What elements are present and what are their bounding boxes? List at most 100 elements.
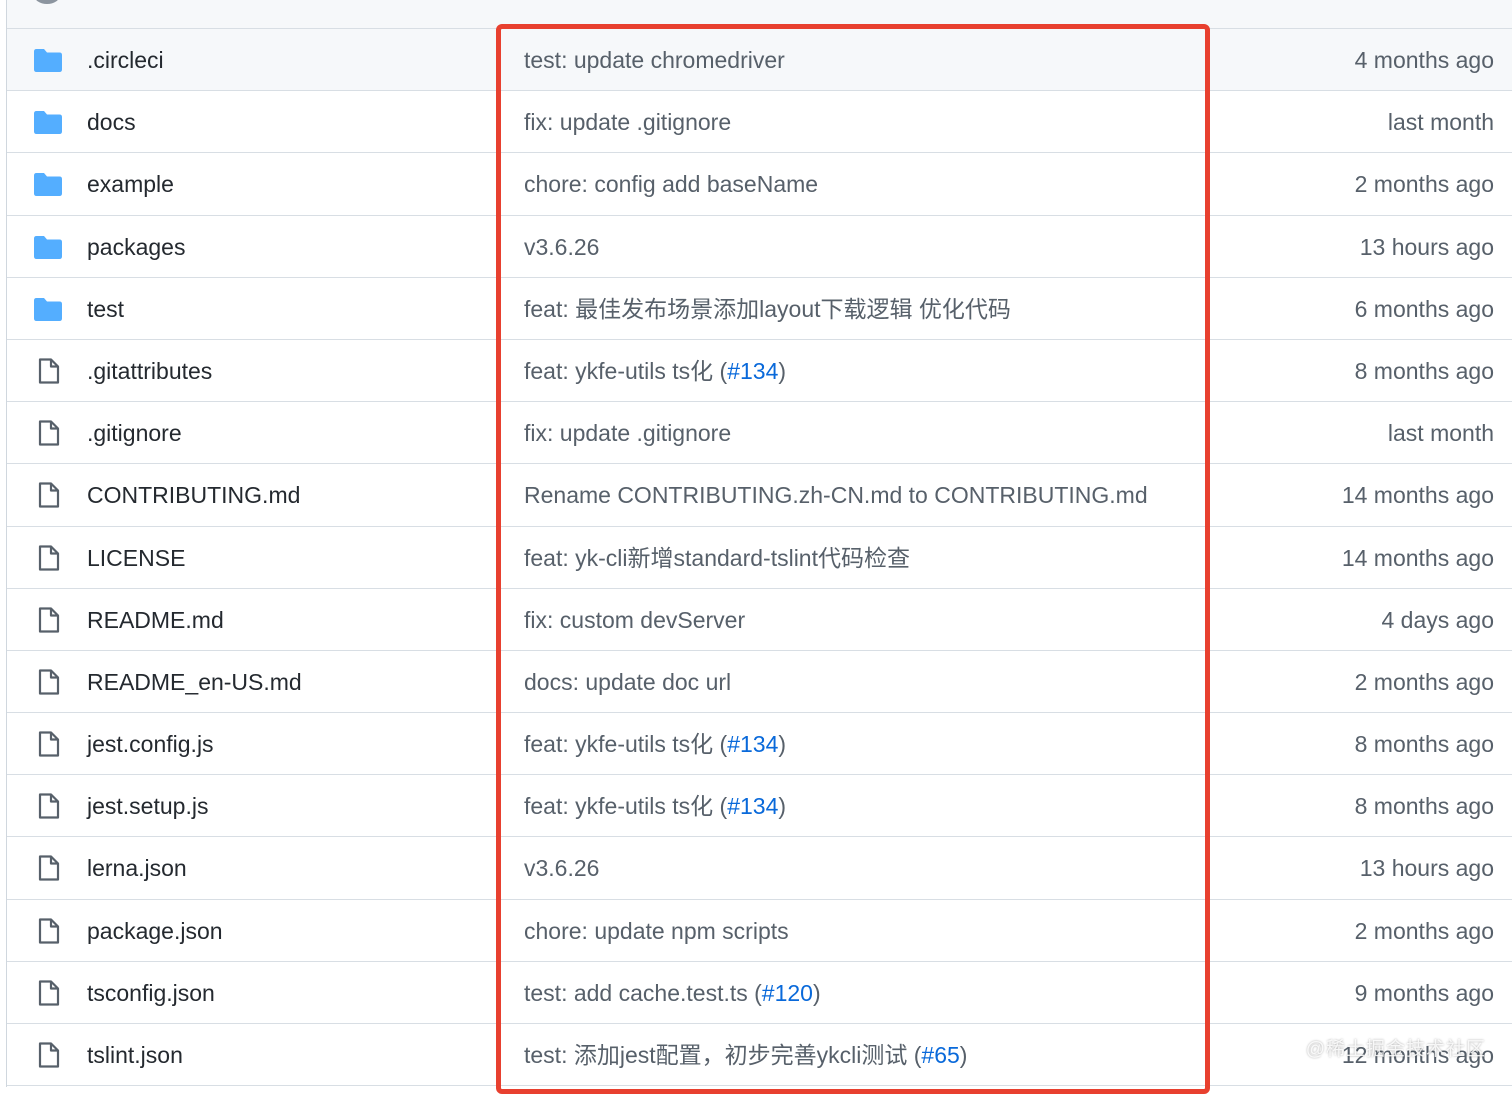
- commit-message-text: chore: config add baseName: [524, 171, 819, 198]
- commit-message-link[interactable]: Rename CONTRIBUTING.zh-CN.md to CONTRIBU…: [524, 464, 1148, 526]
- commit-message-suffix: ): [778, 793, 787, 820]
- commit-age[interactable]: 6 months ago: [1355, 278, 1494, 340]
- commit-age[interactable]: 14 months ago: [1342, 527, 1494, 589]
- file-icon: [33, 668, 63, 696]
- commit-message-link[interactable]: test: update chromedriver: [524, 29, 785, 91]
- commit-message-link[interactable]: feat: ykfe-utils ts化 (#134): [524, 775, 786, 837]
- commit-message-link[interactable]: chore: update npm scripts: [524, 900, 789, 962]
- commit-message-text: chore: update npm scripts: [524, 917, 789, 944]
- file-icon: [33, 979, 63, 1007]
- file-row[interactable]: README.md fix: custom devServer 4 days ago: [7, 588, 1512, 651]
- file-name-link[interactable]: jest.setup.js: [87, 775, 208, 837]
- commit-age[interactable]: 9 months ago: [1355, 962, 1494, 1024]
- commit-message-link[interactable]: docs: update doc url: [524, 651, 731, 713]
- file-name-link[interactable]: docs: [87, 91, 136, 153]
- file-row[interactable]: docs fix: update .gitignore last month: [7, 91, 1512, 154]
- pull-request-link[interactable]: #134: [727, 793, 778, 819]
- commit-age[interactable]: 13 hours ago: [1360, 216, 1494, 278]
- file-row[interactable]: jest.setup.js feat: ykfe-utils ts化 (#134)…: [7, 775, 1512, 838]
- pull-request-link[interactable]: #134: [727, 731, 778, 757]
- commit-message-text: test: update chromedriver: [524, 47, 785, 73]
- file-row[interactable]: jest.config.js feat: ykfe-utils ts化 (#134…: [7, 713, 1512, 776]
- avatar[interactable]: [34, 0, 60, 4]
- file-row[interactable]: .gitignore fix: update .gitignore last mon…: [7, 402, 1512, 465]
- file-icon: [33, 792, 63, 820]
- commit-message-text: v3.6.26: [524, 233, 600, 260]
- table-header-strip: [7, 0, 1512, 29]
- file-icon: [33, 606, 63, 634]
- file-name-link[interactable]: example: [87, 153, 174, 215]
- file-row[interactable]: package.json chore: update npm scripts 2 m…: [7, 899, 1512, 962]
- commit-message-link[interactable]: chore: config add baseName: [524, 153, 818, 215]
- file-row[interactable]: .gitattributes feat: ykfe-utils ts化 (#134…: [7, 339, 1512, 403]
- file-row[interactable]: CONTRIBUTING.md Rename CONTRIBUTING.zh-CN…: [7, 464, 1512, 527]
- file-icon: [33, 544, 63, 572]
- file-row[interactable]: tsconfig.json test: add cache.test.ts (#1…: [7, 961, 1512, 1024]
- file-name-link[interactable]: CONTRIBUTING.md: [87, 464, 300, 526]
- file-name-link[interactable]: LICENSE: [87, 527, 185, 589]
- commit-age[interactable]: 8 months ago: [1355, 340, 1494, 402]
- file-name-link[interactable]: README.md: [87, 589, 224, 651]
- file-name-link[interactable]: .gitignore: [87, 402, 182, 464]
- file-list-table: .circleci test: update chromedriver 4 mont…: [6, 0, 1512, 1087]
- folder-icon: [33, 170, 63, 198]
- commit-age[interactable]: last month: [1388, 402, 1494, 464]
- commit-message-text: fix: custom devServer: [524, 606, 746, 633]
- file-row[interactable]: packages v3.6.26 13 hours ago: [7, 215, 1512, 278]
- commit-message-link[interactable]: fix: update .gitignore: [524, 91, 731, 153]
- file-rows: .circleci test: update chromedriver 4 mont…: [7, 29, 1512, 1087]
- file-name-link[interactable]: package.json: [87, 900, 223, 962]
- file-row[interactable]: README_en-US.md docs: update doc url 2 mon…: [7, 650, 1512, 714]
- pull-request-link[interactable]: #134: [727, 358, 778, 384]
- file-row[interactable]: LICENSE feat: yk-cli新增standard-tslint代码检查…: [7, 526, 1512, 589]
- file-icon: [33, 730, 63, 758]
- file-name-link[interactable]: tsconfig.json: [87, 962, 215, 1024]
- commit-age[interactable]: 8 months ago: [1355, 713, 1494, 775]
- commit-message-text: fix: update .gitignore: [524, 420, 732, 447]
- file-name-link[interactable]: .gitattributes: [87, 340, 212, 402]
- commit-message-link[interactable]: fix: custom devServer: [524, 589, 745, 651]
- commit-message-suffix: ): [959, 1042, 968, 1068]
- file-name-link[interactable]: jest.config.js: [87, 713, 214, 775]
- file-name-link[interactable]: test: [87, 278, 124, 340]
- file-name-link[interactable]: tslint.json: [87, 1024, 183, 1086]
- file-name-link[interactable]: packages: [87, 216, 185, 278]
- commit-age[interactable]: 4 months ago: [1355, 29, 1494, 91]
- file-name-link[interactable]: lerna.json: [87, 837, 187, 899]
- commit-message-link[interactable]: v3.6.26: [524, 837, 599, 899]
- file-icon: [33, 357, 63, 385]
- commit-age[interactable]: 2 months ago: [1355, 900, 1494, 962]
- file-row[interactable]: example chore: config add baseName 2 month…: [7, 153, 1512, 216]
- commit-message-link[interactable]: v3.6.26: [524, 216, 599, 278]
- commit-message-link[interactable]: test: 添加jest配置，初步完善ykcli测试 (#65): [524, 1024, 967, 1086]
- commit-age[interactable]: 13 hours ago: [1360, 837, 1494, 899]
- commit-age[interactable]: last month: [1388, 91, 1494, 153]
- pull-request-link[interactable]: #120: [762, 980, 813, 1006]
- file-name-link[interactable]: README_en-US.md: [87, 651, 302, 713]
- commit-message-text: Rename CONTRIBUTING.zh-CN.md to CONTRIBU…: [524, 482, 1148, 509]
- file-row[interactable]: tslint.json test: 添加jest配置，初步完善ykcli测试 (#…: [7, 1024, 1512, 1087]
- commit-message-text: v3.6.26: [524, 855, 600, 882]
- commit-age[interactable]: 14 months ago: [1342, 464, 1494, 526]
- commit-message-text: feat: ykfe-utils ts化 (: [524, 357, 728, 384]
- pull-request-link[interactable]: #65: [921, 1042, 959, 1068]
- commit-age[interactable]: 2 months ago: [1355, 651, 1494, 713]
- commit-age[interactable]: 8 months ago: [1355, 775, 1494, 837]
- file-name-link[interactable]: .circleci: [87, 29, 164, 91]
- commit-message-link[interactable]: feat: yk-cli新增standard-tslint代码检查: [524, 527, 910, 589]
- commit-age[interactable]: 4 days ago: [1381, 589, 1494, 651]
- commit-message-link[interactable]: feat: ykfe-utils ts化 (#134): [524, 340, 786, 402]
- commit-age[interactable]: 2 months ago: [1355, 153, 1494, 215]
- file-row[interactable]: .circleci test: update chromedriver 4 mont…: [7, 29, 1512, 92]
- commit-message-suffix: ): [778, 357, 787, 384]
- commit-message-link[interactable]: fix: update .gitignore: [524, 402, 731, 464]
- commit-message-text: test: 添加jest配置，初步完善ykcli测试 (: [524, 1042, 922, 1068]
- file-row[interactable]: test feat: 最佳发布场景添加layout下载逻辑 优化代码 6 month…: [7, 277, 1512, 340]
- commit-message-link[interactable]: test: add cache.test.ts (#120): [524, 962, 821, 1024]
- file-icon: [33, 481, 63, 509]
- commit-message-link[interactable]: feat: ykfe-utils ts化 (#134): [524, 713, 786, 775]
- file-row[interactable]: lerna.json v3.6.26 13 hours ago: [7, 837, 1512, 900]
- commit-message-text: fix: update .gitignore: [524, 109, 732, 136]
- commit-message-link[interactable]: feat: 最佳发布场景添加layout下载逻辑 优化代码: [524, 278, 1011, 340]
- watermark: @稀土掘金技术社区: [1305, 1039, 1486, 1060]
